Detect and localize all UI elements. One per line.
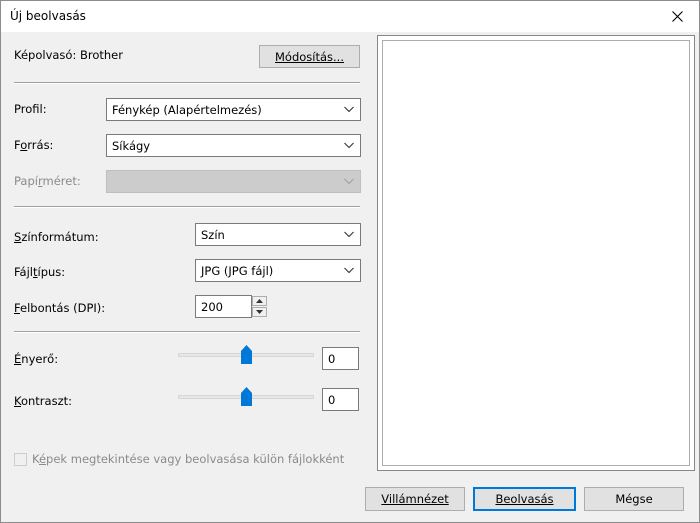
source-label: Forrás: [14, 138, 54, 152]
preview-button-label: Villámnézet [381, 492, 449, 506]
color-format-label: Színformátum: [14, 230, 99, 244]
source-select[interactable]: Síkágy [106, 134, 361, 157]
preview-button[interactable]: Villámnézet [365, 487, 465, 511]
brightness-label: Ényerő: [14, 352, 59, 366]
file-type-select[interactable]: JPG (JPG fájl) [195, 259, 361, 282]
spin-down-icon [256, 310, 263, 314]
separate-files-label: Képek megtekintése vagy beolvasása külön… [32, 452, 345, 466]
separator-3 [14, 331, 360, 333]
paper-size-select [106, 170, 361, 193]
cancel-button[interactable]: Mégse [584, 487, 684, 511]
color-format-value: Szín [201, 227, 225, 242]
source-value: Síkágy [112, 138, 151, 153]
file-type-label: Fájltípus: [14, 265, 66, 279]
cancel-button-label: Mégse [615, 492, 653, 506]
change-scanner-button[interactable]: Módosítás... [259, 45, 360, 68]
separator-1 [14, 82, 360, 84]
chevron-down-icon [344, 267, 354, 274]
close-icon [671, 11, 683, 22]
spin-down-button[interactable] [252, 307, 267, 317]
scan-dialog: Új beolvasás Képolvasó: Brother Módosítá… [0, 0, 700, 523]
chevron-down-icon [344, 178, 354, 185]
chevron-down-icon [344, 106, 354, 113]
close-button[interactable] [655, 1, 699, 32]
chevron-down-icon [344, 142, 354, 149]
paper-size-label: Papírméret: [14, 174, 81, 188]
change-scanner-button-label: Módosítás... [275, 49, 344, 64]
contrast-slider-thumb[interactable] [241, 387, 252, 406]
profile-select[interactable]: Fénykép (Alapértelmezés) [106, 98, 361, 121]
scanner-label: Képolvasó: Brother [14, 48, 123, 62]
resolution-value: 200 [201, 299, 223, 314]
color-format-select[interactable]: Szín [195, 223, 361, 246]
preview-pane [377, 35, 695, 471]
brightness-input[interactable]: 0 [322, 347, 359, 370]
chevron-down-icon [344, 231, 354, 238]
separator-2 [14, 206, 360, 208]
resolution-label: Felbontás (DPI): [14, 301, 106, 315]
separate-files-checkbox[interactable] [14, 453, 27, 466]
brightness-slider-thumb[interactable] [241, 345, 252, 364]
preview-frame [382, 40, 690, 466]
file-type-value: JPG (JPG fájl) [201, 263, 274, 278]
profile-value: Fénykép (Alapértelmezés) [112, 102, 262, 117]
contrast-label: Kontraszt: [14, 394, 72, 408]
scan-button-label: Beolvasás [495, 492, 554, 506]
brightness-value: 0 [328, 351, 336, 366]
spin-up-button[interactable] [252, 296, 267, 306]
resolution-input[interactable]: 200 [195, 295, 252, 318]
contrast-value: 0 [328, 392, 336, 407]
profile-label: Profil: [14, 102, 47, 116]
title-bar: Új beolvasás [1, 1, 699, 32]
contrast-input[interactable]: 0 [322, 388, 359, 411]
window-title: Új beolvasás [10, 9, 86, 23]
spin-up-icon [256, 299, 263, 303]
scan-button[interactable]: Beolvasás [473, 487, 576, 511]
resolution-spinner[interactable] [252, 296, 269, 319]
